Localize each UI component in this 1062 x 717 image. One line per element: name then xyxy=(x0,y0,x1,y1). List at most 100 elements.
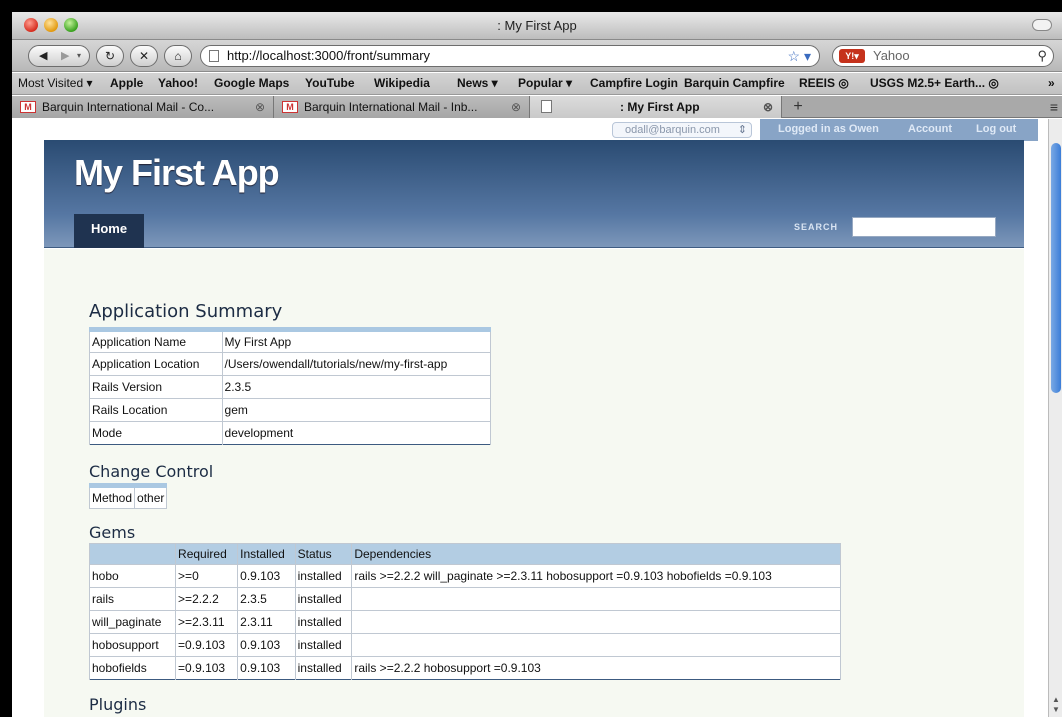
table-cell: My First App xyxy=(221,329,492,353)
bookmark-star-icon[interactable]: ☆ ▾ xyxy=(788,46,811,66)
stop-button[interactable]: ✕ xyxy=(130,45,158,67)
home-button[interactable]: ⌂ xyxy=(164,45,192,67)
table-cell: 0.9.103 xyxy=(237,633,296,657)
table-row: hobo >=0 0.9.103 installed rails >=2.2.2 wil… xyxy=(88,564,841,588)
table-cell: Required xyxy=(175,543,239,565)
bookmark-news[interactable]: News ▾ xyxy=(457,76,498,90)
app-header: My First App Home SEARCH xyxy=(44,140,1024,248)
logout-link[interactable]: Log out xyxy=(976,123,1016,135)
table-cell: Application Location xyxy=(89,352,223,376)
account-select[interactable]: odall@barquin.com ⇕ xyxy=(612,122,752,138)
table-cell: installed xyxy=(294,633,353,657)
gems-heading: Gems xyxy=(89,523,136,542)
table-cell: hobosupport xyxy=(88,633,177,657)
bookmark-apple[interactable]: Apple xyxy=(110,76,143,90)
close-tab-icon[interactable]: ⊗ xyxy=(763,96,773,118)
bookmark-most-visited[interactable]: Most Visited ▾ xyxy=(18,76,93,90)
history-dropdown-icon[interactable]: ▾ xyxy=(77,46,81,66)
search-label: SEARCH xyxy=(794,222,839,232)
account-select-value: odall@barquin.com xyxy=(625,124,720,136)
table-cell: =0.9.103 xyxy=(175,656,239,680)
table-row: Mode development xyxy=(89,421,492,445)
app-title[interactable]: My First App xyxy=(74,152,280,194)
table-row: hobosupport =0.9.103 0.9.103 installed xyxy=(88,633,841,657)
logged-in-link[interactable]: Logged in as Owen xyxy=(778,123,879,135)
bookmark-usgs[interactable]: USGS M2.5+ Earth... ◎ xyxy=(870,76,999,90)
window-title: : My First App xyxy=(497,18,577,33)
table-row: Rails Version 2.3.5 xyxy=(89,375,492,399)
table-cell: rails >=2.2.2 will_paginate >=2.3.11 hob… xyxy=(351,564,841,588)
table-cell: Status xyxy=(294,543,353,565)
gmail-icon: M xyxy=(282,101,298,113)
scroll-arrows-icon[interactable]: ▲ ▼ xyxy=(1050,695,1062,715)
vertical-scrollbar[interactable]: ▲ ▼ xyxy=(1048,119,1062,717)
table-cell: gem xyxy=(221,398,492,422)
table-cell: installed xyxy=(294,587,353,611)
reload-icon: ↻ xyxy=(104,49,116,63)
search-bar[interactable]: Y!▾ Yahoo ⚲ xyxy=(832,45,1054,67)
table-cell: 2.3.11 xyxy=(237,610,296,634)
table-cell: Rails Version xyxy=(89,375,223,399)
table-cell: installed xyxy=(294,564,353,588)
table-cell: installed xyxy=(294,656,353,680)
scrollbar-thumb[interactable] xyxy=(1051,143,1061,393)
table-cell: >=2.2.2 xyxy=(175,587,239,611)
table-row: will_paginate >=2.3.11 2.3.11 installed xyxy=(88,610,841,634)
tab-label: : My First App xyxy=(620,100,700,114)
table-cell: =0.9.103 xyxy=(175,633,239,657)
table-cell: hobofields xyxy=(88,656,177,680)
table-cell: /Users/owendall/tutorials/new/my-first-a… xyxy=(221,352,492,376)
account-link[interactable]: Account xyxy=(908,123,952,135)
table-row: Method other xyxy=(88,485,168,509)
bookmark-yahoo[interactable]: Yahoo! xyxy=(158,76,198,90)
table-cell: rails xyxy=(88,587,177,611)
table-cell: hobo xyxy=(88,564,177,588)
application-summary-heading: Application Summary xyxy=(89,301,283,322)
table-cell: installed xyxy=(294,610,353,634)
back-forward-buttons[interactable]: ◀ ▶ ▾ xyxy=(28,45,90,67)
application-summary-table: Application Name My First App Application … xyxy=(89,327,492,445)
bookmark-reeis[interactable]: REEIS ◎ xyxy=(799,76,849,90)
search-input[interactable] xyxy=(852,217,996,237)
table-cell: 2.3.5 xyxy=(221,375,492,399)
table-cell: Method xyxy=(88,485,136,509)
table-cell: 0.9.103 xyxy=(237,656,296,680)
bookmarks-overflow-icon[interactable]: » xyxy=(1048,76,1055,90)
bookmark-wikipedia[interactable]: Wikipedia xyxy=(374,76,430,90)
tab-list-icon[interactable]: ≡ xyxy=(1050,96,1058,118)
reload-button[interactable]: ↻ xyxy=(96,45,124,67)
table-cell: development xyxy=(221,421,492,445)
navigation-toolbar: ◀ ▶ ▾ ↻ ✕ ⌂ http://localhost:3000/front/… xyxy=(12,40,1062,72)
table-cell: will_paginate xyxy=(88,610,177,634)
tab-mail-inbox[interactable]: M Barquin International Mail - Inb... ⊗ xyxy=(274,96,530,118)
close-tab-icon[interactable]: ⊗ xyxy=(255,96,265,118)
tab-home[interactable]: Home xyxy=(74,214,144,248)
forward-arrow-icon[interactable]: ▶ xyxy=(61,46,69,66)
new-tab-button[interactable]: + xyxy=(782,96,814,118)
table-cell: Application Name xyxy=(89,329,223,353)
bookmark-campfire-login[interactable]: Campfire Login xyxy=(590,76,678,90)
table-row: rails >=2.2.2 2.3.5 installed xyxy=(88,587,841,611)
bookmark-youtube[interactable]: YouTube xyxy=(305,76,355,90)
table-cell: >=2.3.11 xyxy=(175,610,239,634)
tab-mail-compose[interactable]: M Barquin International Mail - Co... ⊗ xyxy=(12,96,274,118)
address-bar[interactable]: http://localhost:3000/front/summary ☆ ▾ xyxy=(200,45,820,67)
close-tab-icon[interactable]: ⊗ xyxy=(511,96,521,118)
url-text: http://localhost:3000/front/summary xyxy=(227,48,431,63)
tab-my-first-app[interactable]: : My First App ⊗ xyxy=(530,96,782,118)
table-cell xyxy=(351,633,841,657)
magnifier-icon[interactable]: ⚲ xyxy=(1037,46,1047,66)
toolbar-toggle-button[interactable] xyxy=(1032,19,1052,31)
yahoo-engine-icon[interactable]: Y!▾ xyxy=(839,49,865,63)
bookmark-barquin-campfire[interactable]: Barquin Campfire xyxy=(684,76,785,90)
bookmark-google-maps[interactable]: Google Maps xyxy=(214,76,289,90)
table-cell: rails >=2.2.2 hobosupport =0.9.103 xyxy=(351,656,841,680)
back-arrow-icon[interactable]: ◀ xyxy=(39,46,47,66)
plugins-heading: Plugins xyxy=(89,695,147,714)
table-cell: Installed xyxy=(237,543,296,565)
bookmark-popular[interactable]: Popular ▾ xyxy=(518,76,572,90)
table-cell: Dependencies xyxy=(351,543,841,565)
tab-bar: M Barquin International Mail - Co... ⊗ M… xyxy=(12,96,1062,118)
table-row: Rails Location gem xyxy=(89,398,492,422)
table-cell: Mode xyxy=(89,421,223,445)
